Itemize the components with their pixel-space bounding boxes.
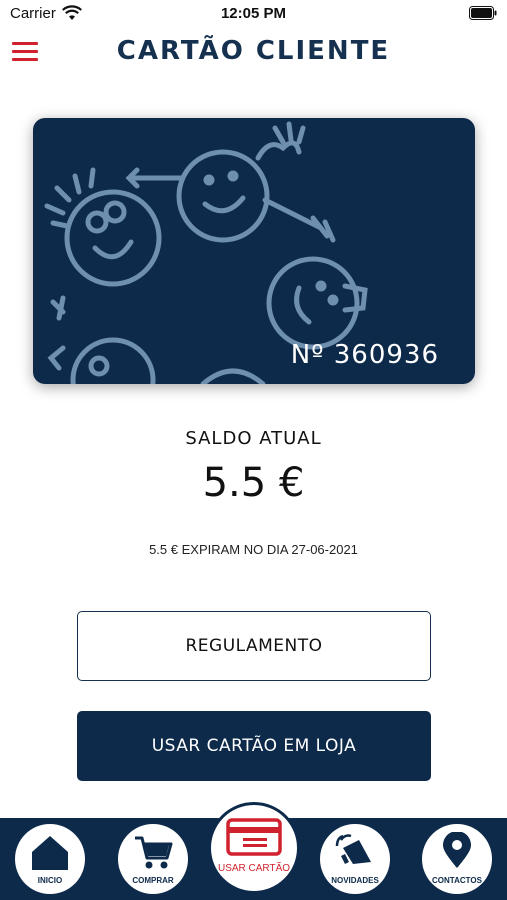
loyalty-card: Nº 360936 (33, 118, 475, 384)
tab-label: NOVIDADES (331, 876, 379, 885)
clock: 12:05 PM (220, 5, 287, 22)
megaphone-icon (335, 834, 371, 864)
status-bar: Carrier 12:05 PM (0, 0, 507, 28)
tab-label: USAR CARTÃO (217, 863, 291, 874)
expiry-note: 5.5 € EXPIRAM NO DIA 27-06-2021 (149, 542, 358, 557)
home-icon (32, 836, 68, 870)
balance-value: 5.5 € (202, 460, 305, 506)
rules-button[interactable]: REGULAMENTO (77, 611, 431, 681)
page-title: CARTÃO CLIENTE (116, 36, 391, 66)
balance-label: SALDO ATUAL (185, 428, 322, 449)
card-number: Nº 360936 (290, 340, 439, 370)
cart-icon (135, 836, 173, 869)
tab-label: CONTACTOS (432, 876, 482, 885)
tab-comprar[interactable]: COMPRAR (118, 824, 188, 894)
location-pin-icon (443, 832, 471, 868)
tab-inicio[interactable]: INICIO (15, 824, 85, 894)
tab-label: INICIO (37, 876, 63, 885)
tab-label: COMPRAR (132, 876, 174, 885)
tab-usar-cartao[interactable]: USAR CARTÃO (208, 802, 300, 894)
tab-novidades[interactable]: NOVIDADES (320, 824, 390, 894)
card-icon (226, 818, 282, 856)
use-card-in-store-button[interactable]: USAR CARTÃO EM LOJA (77, 711, 431, 781)
battery-icon (469, 6, 497, 20)
tab-contactos[interactable]: CONTACTOS (422, 824, 492, 894)
